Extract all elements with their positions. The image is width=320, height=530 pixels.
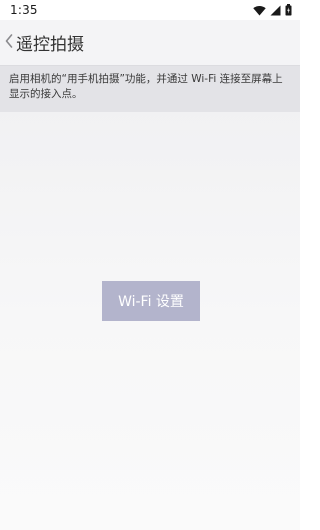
wifi-settings-button[interactable]: Wi-Fi 设置	[102, 281, 200, 321]
status-bar: 1:35	[0, 0, 300, 20]
back-button[interactable]	[2, 20, 16, 66]
signal-icon	[270, 5, 281, 16]
header: 遥控拍摄	[0, 20, 300, 66]
description-text: 启用相机的“用手机拍摄”功能，并通过 Wi-Fi 连接至屏幕上显示的接入点。	[0, 66, 300, 112]
wifi-icon	[253, 5, 266, 16]
page-title: 遥控拍摄	[16, 35, 84, 55]
chevron-left-icon	[5, 33, 13, 52]
app-screen: 1:35 遥控拍摄 启用相机的“用手机拍摄”功能，并通过 Wi-Fi 连接至屏幕…	[0, 0, 300, 530]
status-time: 1:35	[10, 3, 38, 17]
status-icons	[253, 4, 292, 16]
battery-icon	[285, 4, 292, 16]
